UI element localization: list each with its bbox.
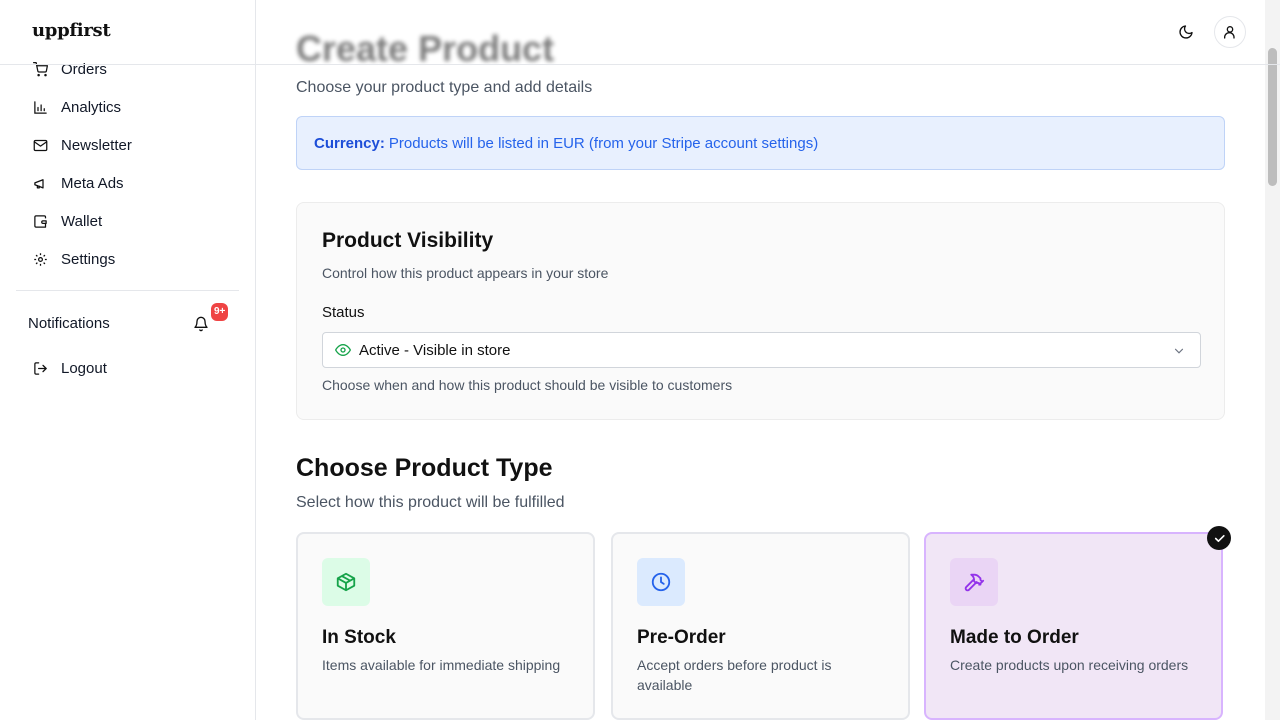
product-type-title: Choose Product Type: [296, 454, 553, 482]
page-subtitle: Choose your product type and add details: [296, 79, 593, 96]
visibility-description: Control how this product appears in your…: [322, 265, 609, 281]
shopping-cart-icon: [33, 61, 48, 76]
type-name: Pre-Order: [637, 627, 726, 648]
type-description: Accept orders before product is availabl…: [637, 657, 832, 693]
moon-icon: [1179, 25, 1193, 39]
currency-notice: Currency: Products will be listed in EUR…: [296, 116, 1225, 170]
sidebar-item-meta-ads[interactable]: Meta Ads: [16, 164, 239, 202]
brand-logo[interactable]: uppfirst: [32, 18, 125, 45]
eye-icon: [335, 342, 351, 358]
sidebar-item-label: Meta Ads: [61, 174, 124, 192]
sidebar-item-label: Orders: [61, 60, 107, 78]
user-icon: [1224, 26, 1235, 39]
gear-icon: [34, 252, 47, 266]
page-scrollbar[interactable]: [1265, 0, 1280, 720]
currency-text: Products will be listed in EUR (from you…: [388, 134, 819, 152]
sidebar-nav: Orders Analytics Newsletter Meta Ads Wal…: [16, 50, 239, 387]
hammer-icon: [950, 558, 998, 606]
notifications-label: Notifications: [28, 314, 110, 332]
wallet-icon: [34, 214, 47, 228]
product-visibility-card: Product Visibility Control how this prod…: [296, 202, 1225, 420]
product-type-in-stock[interactable]: In Stock Items available for immediate s…: [296, 532, 595, 720]
sidebar-item-analytics[interactable]: Analytics: [16, 88, 239, 126]
bell-icon: [194, 316, 208, 332]
header-actions: [1170, 16, 1246, 48]
type-description: Items available for immediate shipping: [322, 657, 561, 673]
page-title: Create Product: [296, 28, 555, 69]
status-label: Status: [322, 304, 365, 321]
notifications-bell[interactable]: 9+: [191, 303, 229, 333]
sidebar-item-label: Logout: [61, 359, 107, 377]
account-button[interactable]: [1214, 16, 1246, 48]
status-select[interactable]: Active - Visible in store: [322, 332, 1201, 368]
clock-icon: [637, 558, 685, 606]
sidebar-item-label: Newsletter: [61, 136, 132, 154]
package-icon: [322, 558, 370, 606]
sidebar-item-logout[interactable]: Logout: [16, 349, 239, 387]
product-type-pre-order[interactable]: Pre-Order Accept orders before product i…: [611, 532, 910, 720]
sidebar-item-orders[interactable]: Orders: [16, 50, 239, 88]
type-description: Create products upon receiving orders: [950, 657, 1189, 673]
sidebar-item-label: Settings: [61, 250, 116, 268]
status-select-value: Active - Visible in store: [359, 341, 511, 359]
type-name: In Stock: [322, 627, 396, 648]
sidebar-notifications[interactable]: Notifications 9+: [16, 303, 239, 341]
visibility-title: Product Visibility: [322, 229, 494, 252]
chevron-down-icon: [1172, 344, 1186, 362]
currency-label: Currency:: [314, 134, 385, 152]
sidebar-item-settings[interactable]: Settings: [16, 240, 239, 278]
sidebar-item-label: Analytics: [61, 98, 122, 116]
status-hint: Choose when and how this product should …: [322, 377, 733, 393]
megaphone-icon: [34, 178, 44, 188]
sidebar-item-label: Wallet: [61, 212, 103, 230]
sidebar-divider: [16, 290, 239, 291]
sidebar-item-wallet[interactable]: Wallet: [16, 202, 239, 240]
scrollbar-thumb[interactable]: [1268, 48, 1277, 186]
bar-chart-icon: [34, 100, 47, 114]
selected-check-icon: [1207, 526, 1231, 550]
sidebar: Orders Analytics Newsletter Meta Ads Wal…: [0, 0, 256, 720]
mail-icon: [33, 139, 48, 151]
product-type-made-to-order[interactable]: Made to Order Create products upon recei…: [924, 532, 1223, 720]
product-type-subtitle: Select how this product will be fulfille…: [296, 494, 565, 511]
logout-icon: [34, 361, 47, 375]
notifications-badge: 9+: [211, 303, 229, 321]
product-type-options: In Stock Items available for immediate s…: [296, 532, 1228, 720]
theme-toggle-button[interactable]: [1170, 16, 1202, 48]
type-name: Made to Order: [950, 627, 1079, 648]
sidebar-item-newsletter[interactable]: Newsletter: [16, 126, 239, 164]
